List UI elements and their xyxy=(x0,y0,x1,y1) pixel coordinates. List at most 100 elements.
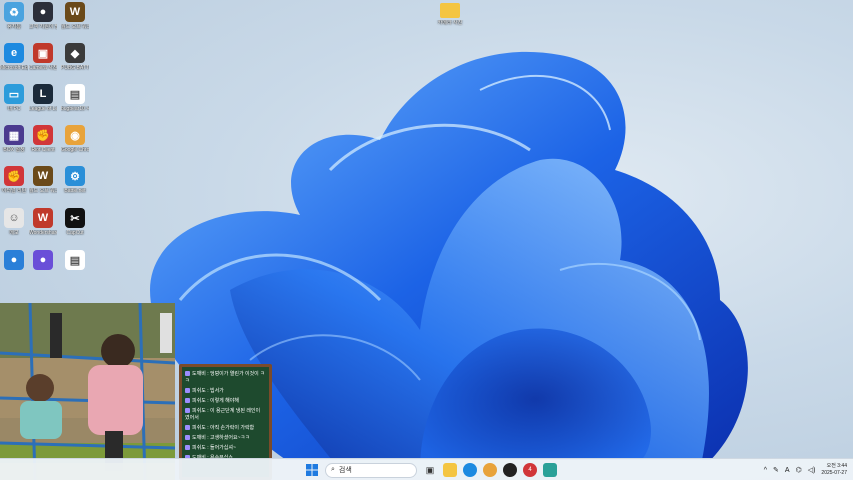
volume-icon[interactable]: ◁) xyxy=(808,466,816,474)
desktop-icon[interactable]: ▦ BOX 설정 xyxy=(0,125,28,153)
warcraft-icon: W xyxy=(33,166,53,186)
pen-icon[interactable]: ✎ xyxy=(773,466,779,474)
taskbar-center: ⌕ 검색 ▣ 4 xyxy=(305,462,557,478)
taskbar-clock[interactable]: 오전 3:44 2025-07-27 xyxy=(821,463,847,477)
desktop-icon-label: 고객 지원이 필요하신.. xyxy=(29,24,57,30)
chevron-up-icon[interactable]: ^ xyxy=(764,467,767,474)
user-badge-icon xyxy=(185,445,190,451)
desktop-icon-label: 월드 오브 워크래프트 xyxy=(29,188,57,194)
desktop-icon-label: Wondershare xyxy=(29,230,57,236)
wondershare-icon: W xyxy=(33,208,53,228)
chrome-taskbar-button[interactable] xyxy=(483,463,497,477)
desktop-icon[interactable]: ✂ CapCut xyxy=(61,208,89,236)
file-explorer-button[interactable] xyxy=(443,463,457,477)
start-button[interactable] xyxy=(305,463,319,477)
desktop-icon-label: 휴지통 xyxy=(7,24,21,30)
search-placeholder: 검색 xyxy=(338,467,352,474)
desktop-icon-label: Battle.net xyxy=(64,188,86,194)
camera-app-icon: ▣ xyxy=(33,43,53,63)
desktop-icon[interactable]: ☺ 메모 xyxy=(0,208,28,236)
desktop-icon[interactable]: ◉ Google Chrome xyxy=(61,125,89,153)
app-taskbar-button[interactable] xyxy=(503,463,517,477)
clock-time: 오전 3:44 xyxy=(826,463,847,469)
chat-message-text: 피쉬도 : 빕서가 xyxy=(192,388,224,394)
desktop-icon[interactable]: ● 고객 지원이 필요하신.. xyxy=(29,2,57,30)
chat-message: 도깨비 : 고생하셨어요~ㅋㅋ xyxy=(185,435,266,442)
desktop-folder-camera[interactable]: 카메라 사진 xyxy=(428,3,472,26)
desktop-icon[interactable]: ✊ Riot Client xyxy=(29,125,57,153)
user-badge-icon xyxy=(185,371,190,377)
desktop-icon-label: 이터널 리턴 xyxy=(1,188,27,194)
system-tray: ^ ✎ A ⌬ ◁) 오전 3:44 2025-07-27 xyxy=(764,461,847,479)
user-badge-icon xyxy=(185,435,190,441)
desktop-icon[interactable]: ● xyxy=(0,250,28,272)
desktop-icon[interactable]: ⚙ Battle.net xyxy=(61,166,89,194)
desktop-icon-label: BOX 설정 xyxy=(3,147,25,153)
edge-taskbar-button[interactable] xyxy=(463,463,477,477)
desktop-icon-label: 월드 오브 워크래프트 xyxy=(61,24,89,30)
chat-message-text: 피쉬도 : 들어가십셔~ xyxy=(192,445,236,451)
task-view-button[interactable]: ▣ xyxy=(423,463,437,477)
capcut-icon: ✂ xyxy=(65,208,85,228)
support-app-icon: ● xyxy=(33,2,53,22)
chat-message: 피쉬도 : 이렇게 해야해 xyxy=(185,398,266,405)
league-of-legends-icon: L xyxy=(33,84,53,104)
settings-app-icon: ⚙ xyxy=(65,166,85,186)
desktop-icon[interactable]: W Wondershare xyxy=(29,208,57,236)
chat-message: 피쉬도 : 아직 손가락이 가락함 xyxy=(185,425,266,432)
user-badge-icon xyxy=(185,408,190,414)
desktop-icon-label: 메모 xyxy=(9,230,19,236)
chat-message: 피쉬도 : 들어가십셔~ xyxy=(185,445,266,452)
user-badge-icon xyxy=(185,425,190,431)
desktop-icon[interactable]: e Microsoft Edge xyxy=(0,43,28,71)
desktop-icon[interactable]: ▣ Camera 사진 xyxy=(29,43,57,71)
desktop-icon[interactable]: L League of Legends xyxy=(29,84,57,112)
settings-taskbar-button[interactable] xyxy=(543,463,557,477)
app-icon-partial: ● xyxy=(4,250,24,270)
network-icon[interactable]: ⌬ xyxy=(796,466,802,474)
taskbar-search-box[interactable]: ⌕ 검색 xyxy=(325,462,417,478)
desktop-icon-label: Google Chrome xyxy=(61,147,89,153)
desktop-icon-label: CapCut xyxy=(66,230,84,236)
desktop-icon[interactable]: ▤ xyxy=(61,250,89,272)
folder-label: 카메라 사진 xyxy=(437,20,463,26)
windows-logo-icon xyxy=(306,464,318,476)
chat-message-text: 피쉬도 : 아직 손가락이 가락함 xyxy=(192,425,255,431)
chrome-icon: ◉ xyxy=(65,125,85,145)
app-icon-partial: ● xyxy=(33,250,53,270)
chat-message-text: 도깨비 : 엉덩이가 열린가 이것이 ㅋㅋ xyxy=(185,371,265,384)
desktop-icon[interactable]: ♻ 휴지통 xyxy=(0,2,28,30)
chat-message: 피쉬도 : 이 용근단계 냉된 레인이 였어서 xyxy=(185,408,266,422)
desktop-icon-label: Camera 사진 xyxy=(29,65,57,71)
grid-app-icon: ▦ xyxy=(4,125,24,145)
playground-photo xyxy=(0,303,175,480)
pubg-icon: ◆ xyxy=(65,43,85,63)
desktop-icon-label: 내 PC xyxy=(7,106,21,112)
desktop-icon[interactable]: ● xyxy=(29,250,57,272)
desktop-icon[interactable]: ▭ 내 PC xyxy=(0,84,28,112)
taskbar: ⌕ 검색 ▣ 4 ^ ✎ A ⌬ ◁) 오전 3:44 2025-07-27 xyxy=(0,458,853,480)
clock-date: 2025-07-27 xyxy=(821,470,847,476)
chat-message: 도깨비 : 엉덩이가 열린가 이것이 ㅋㅋ xyxy=(185,371,266,385)
warcraft-icon: W xyxy=(65,2,85,22)
desktop-icon-label: PUBG BATTLEG.. xyxy=(61,65,89,71)
ime-indicator[interactable]: A xyxy=(785,467,790,474)
notification-app-button[interactable]: 4 xyxy=(523,463,537,477)
document-icon: ▤ xyxy=(65,84,85,104)
edge-icon: e xyxy=(4,43,24,63)
desktop-icon-label: Microsoft Edge xyxy=(0,65,28,71)
desktop-icon[interactable]: ▤ bugbear10 시작 xyxy=(61,84,89,112)
file-icon-partial: ▤ xyxy=(65,250,85,270)
folder-icon xyxy=(440,3,460,18)
chat-message-text: 피쉬도 : 이렇게 해야해 xyxy=(192,398,239,404)
desktop-icon[interactable]: W 월드 오브 워크래프트 xyxy=(61,2,89,30)
desktop-icon[interactable]: ◆ PUBG BATTLEG.. xyxy=(61,43,89,71)
this-pc-icon: ▭ xyxy=(4,84,24,104)
chat-message-text: 피쉬도 : 이 용근단계 냉된 레인이 였어서 xyxy=(185,408,261,421)
desktop-icon-label: League of Legends xyxy=(29,106,57,112)
desktop-icon[interactable]: W 월드 오브 워크래프트 xyxy=(29,166,57,194)
desktop-icon-label: bugbear10 시작 xyxy=(61,106,89,112)
desktop-icon[interactable]: ✊ 이터널 리턴 xyxy=(0,166,28,194)
desktop-icon-label: Riot Client xyxy=(31,147,55,153)
notification-badge: 4 xyxy=(528,467,532,473)
